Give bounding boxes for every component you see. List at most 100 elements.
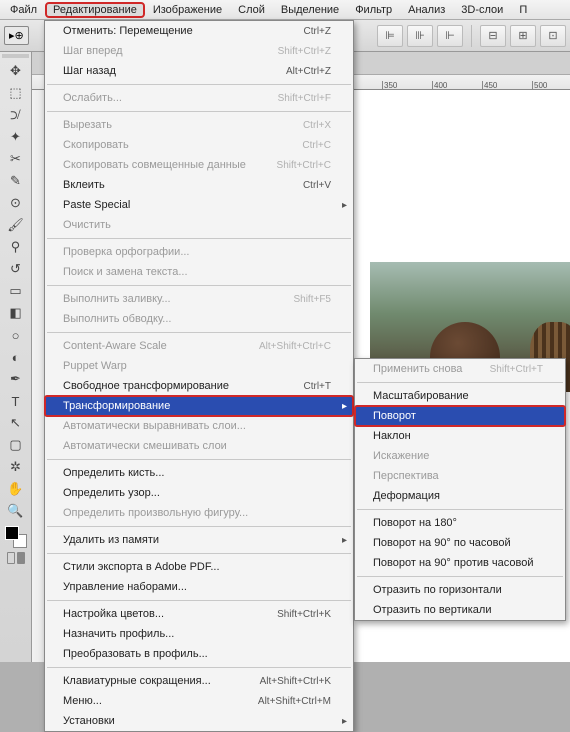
mi-define-shape[interactable]: Определить произвольную фигуру... (45, 503, 353, 523)
mi-auto-blend[interactable]: Автоматически смешивать слои (45, 436, 353, 456)
type-tool-icon[interactable]: T (3, 390, 29, 412)
mi-cut[interactable]: ВырезатьCtrl+X (45, 115, 353, 135)
mi-convert-profile[interactable]: Преобразовать в профиль... (45, 644, 353, 664)
menu-select[interactable]: Выделение (273, 2, 347, 18)
mi-step-forward[interactable]: Шаг впередShift+Ctrl+Z (45, 41, 353, 61)
color-swatch[interactable] (5, 526, 27, 548)
mi-color-settings[interactable]: Настройка цветов...Shift+Ctrl+K (45, 604, 353, 624)
mi-perspective[interactable]: Перспектива (355, 466, 565, 486)
edit-menu-dropdown: Отменить: ПеремещениеCtrl+Z Шаг впередSh… (44, 20, 354, 732)
ruler-tick: 350 (382, 81, 397, 89)
mi-define-brush[interactable]: Определить кисть... (45, 463, 353, 483)
mi-scale[interactable]: Масштабирование (355, 386, 565, 406)
mi-step-back[interactable]: Шаг назадAlt+Ctrl+Z (45, 61, 353, 81)
ruler-tick: 500 (532, 81, 547, 89)
mi-shortcuts[interactable]: Клавиатурные сокращения...Alt+Shift+Ctrl… (45, 671, 353, 691)
separator (471, 25, 472, 47)
separator (47, 285, 351, 286)
menubar: Файл Редактирование Изображение Слой Выд… (0, 0, 570, 20)
ruler-tick: 450 (482, 81, 497, 89)
move-tool-icon[interactable]: ✥ (3, 60, 29, 82)
stamp-tool-icon[interactable]: ⚲ (3, 236, 29, 258)
lasso-tool-icon[interactable]: ⟉ (3, 104, 29, 126)
mi-clear[interactable]: Очистить (45, 215, 353, 235)
eraser-tool-icon[interactable]: ▭ (3, 280, 29, 302)
history-brush-tool-icon[interactable]: ↺ (3, 258, 29, 280)
mi-copy-merged[interactable]: Скопировать совмещенные данныеShift+Ctrl… (45, 155, 353, 175)
menu-3d[interactable]: 3D-слои (453, 2, 511, 18)
mi-rotate-90cw[interactable]: Поворот на 90° по часовой (355, 533, 565, 553)
toolbox: ✥ ⬚ ⟉ ✦ ✂ ✎ ⊙ 🖌 ⚲ ↺ ▭ ◧ ○ ◐ ✒ T ↖ ▢ ✲ ✋ … (0, 52, 32, 662)
menu-analysis[interactable]: Анализ (400, 2, 453, 18)
mi-spell[interactable]: Проверка орфографии... (45, 242, 353, 262)
blur-tool-icon[interactable]: ○ (3, 324, 29, 346)
marquee-tool-icon[interactable]: ⬚ (3, 82, 29, 104)
separator (357, 509, 563, 510)
mi-find[interactable]: Поиск и замена текста... (45, 262, 353, 282)
mi-transform[interactable]: Трансформирование (45, 396, 353, 416)
mi-paste-special[interactable]: Paste Special (45, 195, 353, 215)
mi-content-aware-scale[interactable]: Content-Aware ScaleAlt+Shift+Ctrl+C (45, 336, 353, 356)
transform-submenu: Применить сноваShift+Ctrl+T Масштабирова… (354, 358, 566, 621)
gradient-tool-icon[interactable]: ◧ (3, 302, 29, 324)
mi-auto-align[interactable]: Автоматически выравнивать слои... (45, 416, 353, 436)
mi-rotate-180[interactable]: Поворот на 180° (355, 513, 565, 533)
mi-rotate-90ccw[interactable]: Поворот на 90° против часовой (355, 553, 565, 573)
quickmask-toggle[interactable] (7, 552, 25, 564)
heal-tool-icon[interactable]: ⊙ (3, 192, 29, 214)
dist-btn-1[interactable]: ⊟ (480, 25, 506, 47)
mi-free-transform[interactable]: Свободное трансформированиеCtrl+T (45, 376, 353, 396)
mi-flip-v[interactable]: Отразить по вертикали (355, 600, 565, 620)
menu-image[interactable]: Изображение (145, 2, 230, 18)
path-select-tool-icon[interactable]: ↖ (3, 412, 29, 434)
mi-stroke[interactable]: Выполнить обводку... (45, 309, 353, 329)
mi-warp[interactable]: Деформация (355, 486, 565, 506)
mi-puppet-warp[interactable]: Puppet Warp (45, 356, 353, 376)
mi-again[interactable]: Применить сноваShift+Ctrl+T (355, 359, 565, 379)
mi-skew[interactable]: Наклон (355, 426, 565, 446)
mi-define-pattern[interactable]: Определить узор... (45, 483, 353, 503)
active-tool-indicator: ▸⊕ (4, 26, 29, 45)
mi-preset-manager[interactable]: Управление наборами... (45, 577, 353, 597)
crop-tool-icon[interactable]: ✂ (3, 148, 29, 170)
mi-menus[interactable]: Меню...Alt+Shift+Ctrl+M (45, 691, 353, 711)
align-btn-3[interactable]: ⊩ (437, 25, 463, 47)
separator (47, 111, 351, 112)
pen-tool-icon[interactable]: ✒ (3, 368, 29, 390)
zoom-tool-icon[interactable]: 🔍 (3, 500, 29, 522)
separator (47, 667, 351, 668)
align-btn-2[interactable]: ⊪ (407, 25, 433, 47)
mi-undo[interactable]: Отменить: ПеремещениеCtrl+Z (45, 21, 353, 41)
brush-tool-icon[interactable]: 🖌 (3, 214, 29, 236)
separator (47, 600, 351, 601)
dodge-tool-icon[interactable]: ◐ (3, 346, 29, 368)
mi-assign-profile[interactable]: Назначить профиль... (45, 624, 353, 644)
menu-layer[interactable]: Слой (230, 2, 273, 18)
mi-flip-h[interactable]: Отразить по горизонтали (355, 580, 565, 600)
mi-preferences[interactable]: Установки (45, 711, 353, 731)
wand-tool-icon[interactable]: ✦ (3, 126, 29, 148)
mi-fade[interactable]: Ослабить...Shift+Ctrl+F (45, 88, 353, 108)
separator (47, 238, 351, 239)
menu-filter[interactable]: Фильтр (347, 2, 400, 18)
shape-tool-icon[interactable]: ▢ (3, 434, 29, 456)
separator (47, 526, 351, 527)
menu-file[interactable]: Файл (2, 2, 45, 18)
menu-partial[interactable]: П (511, 2, 535, 18)
mi-fill[interactable]: Выполнить заливку...Shift+F5 (45, 289, 353, 309)
3d-tool-icon[interactable]: ✲ (3, 456, 29, 478)
align-btn-1[interactable]: ⊫ (377, 25, 403, 47)
mi-paste[interactable]: ВклеитьCtrl+V (45, 175, 353, 195)
separator (47, 332, 351, 333)
mi-distort[interactable]: Искажение (355, 446, 565, 466)
eyedropper-tool-icon[interactable]: ✎ (3, 170, 29, 192)
mi-purge[interactable]: Удалить из памяти (45, 530, 353, 550)
toolbox-grip[interactable] (2, 54, 29, 58)
hand-tool-icon[interactable]: ✋ (3, 478, 29, 500)
mi-rotate[interactable]: Поворот (355, 406, 565, 426)
mi-copy[interactable]: СкопироватьCtrl+C (45, 135, 353, 155)
menu-edit[interactable]: Редактирование (45, 2, 145, 18)
mi-adobe-pdf-presets[interactable]: Стили экспорта в Adobe PDF... (45, 557, 353, 577)
dist-btn-3[interactable]: ⊡ (540, 25, 566, 47)
dist-btn-2[interactable]: ⊞ (510, 25, 536, 47)
